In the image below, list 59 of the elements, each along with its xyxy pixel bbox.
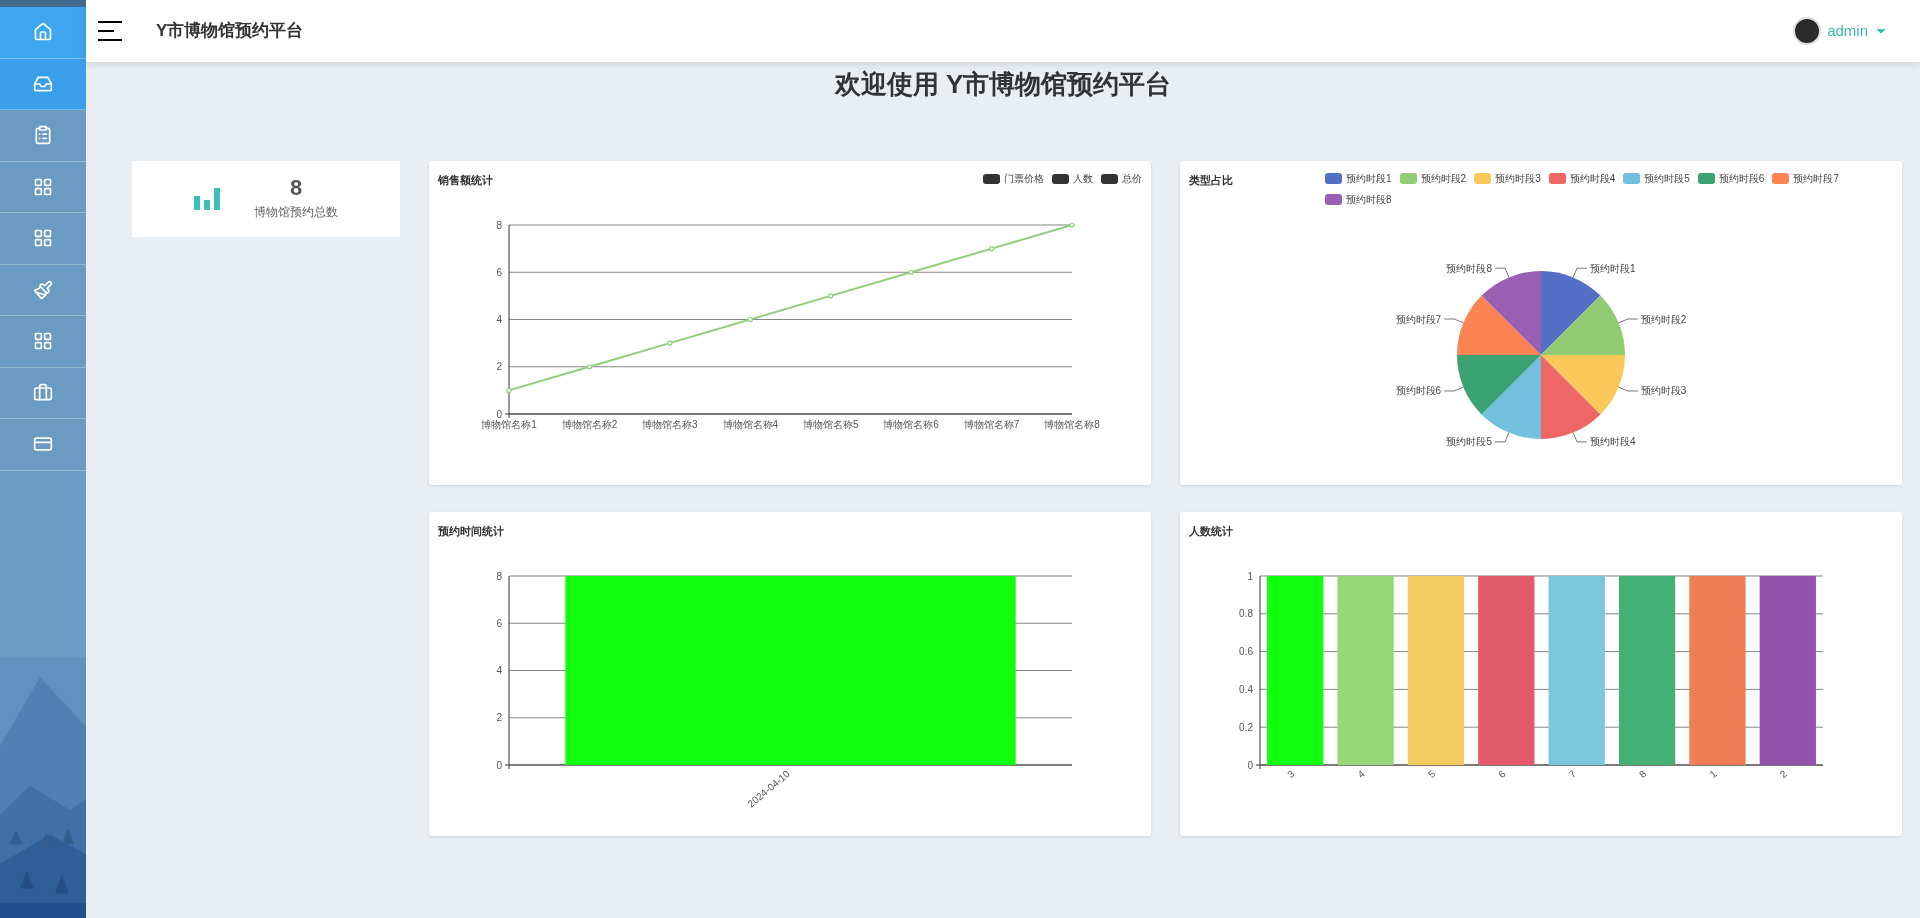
axis-label: 0.8 bbox=[1239, 608, 1253, 620]
axis-label: 6 bbox=[1496, 768, 1508, 781]
legend-label: 预约时段3 bbox=[1495, 172, 1541, 186]
slice-label: 预约时段6 bbox=[1395, 385, 1442, 397]
axis-label: 4 bbox=[1355, 768, 1367, 781]
stat-value: 8 bbox=[289, 177, 303, 199]
axis-label: 6 bbox=[496, 266, 502, 278]
axis-label: 2 bbox=[496, 712, 502, 724]
axis-label: 1 bbox=[1707, 768, 1719, 781]
chart-title: 预约时间统计 bbox=[438, 524, 504, 539]
stat-label: 博物馆预约总数 bbox=[254, 204, 338, 221]
axis-label: 3 bbox=[1285, 768, 1297, 781]
axis-label: 博物馆名称6 bbox=[883, 419, 939, 430]
app-title: Y市博物馆预约平台 bbox=[156, 20, 304, 43]
axis-label: 0 bbox=[1247, 759, 1253, 771]
legend-label: 预约时段1 bbox=[1346, 172, 1392, 186]
axis-label: 博物馆名称8 bbox=[1044, 419, 1100, 430]
axis-label: 2 bbox=[496, 361, 502, 373]
chart-title: 销售额统计 bbox=[438, 173, 493, 188]
axis-label: 0.2 bbox=[1239, 721, 1253, 733]
legend-label: 门票价格 bbox=[1004, 172, 1044, 186]
chart-title: 类型占比 bbox=[1189, 173, 1233, 188]
axis-label: 0 bbox=[496, 408, 502, 420]
axis-label: 6 bbox=[496, 617, 502, 629]
legend-label: 人数 bbox=[1073, 172, 1093, 186]
axis-label: 博物馆名称1 bbox=[481, 419, 537, 430]
slice-label: 预约时段8 bbox=[1446, 262, 1493, 274]
axis-label: 博物馆名称4 bbox=[722, 419, 779, 430]
axis-label: 0.6 bbox=[1239, 646, 1253, 658]
welcome-heading: 欢迎使用 Y市博物馆预约平台 bbox=[834, 67, 1172, 101]
legend-label: 预约时段7 bbox=[1793, 172, 1839, 186]
slice-label: 预约时段1 bbox=[1589, 262, 1636, 274]
axis-label: 0 bbox=[496, 759, 502, 771]
slice-label: 预约时段2 bbox=[1640, 313, 1687, 325]
legend-label: 预约时段6 bbox=[1718, 172, 1765, 186]
axis-label: 8 bbox=[496, 570, 502, 582]
axis-label: 0.4 bbox=[1239, 683, 1253, 695]
axis-label: 1 bbox=[1247, 570, 1253, 582]
axis-label: 8 bbox=[1637, 768, 1649, 781]
axis-label: 博物馆名称5 bbox=[802, 419, 859, 430]
slice-label: 预约时段4 bbox=[1589, 436, 1636, 448]
axis-label: 5 bbox=[1425, 768, 1438, 781]
axis-label: 8 bbox=[496, 219, 502, 231]
legend-label: 预约时段5 bbox=[1644, 172, 1690, 186]
slice-label: 预约时段7 bbox=[1395, 313, 1442, 325]
legend-label: 预约时段2 bbox=[1420, 172, 1467, 186]
axis-label: 博物馆名称2 bbox=[561, 419, 618, 430]
slice-label: 预约时段5 bbox=[1446, 436, 1493, 448]
axis-label: 4 bbox=[496, 665, 502, 676]
axis-label: 4 bbox=[496, 314, 502, 325]
axis-label: 博物馆名称3 bbox=[642, 419, 698, 430]
legend-label: 总价 bbox=[1122, 172, 1142, 186]
chart-title: 人数统计 bbox=[1189, 524, 1233, 539]
axis-label: 博物馆名称7 bbox=[963, 419, 1020, 430]
legend-label: 预约时段4 bbox=[1569, 172, 1616, 186]
slice-label: 预约时段3 bbox=[1640, 385, 1687, 397]
axis-label: 7 bbox=[1566, 768, 1578, 781]
axis-label: 2 bbox=[1777, 768, 1790, 781]
legend-label: 预约时段8 bbox=[1346, 193, 1392, 207]
